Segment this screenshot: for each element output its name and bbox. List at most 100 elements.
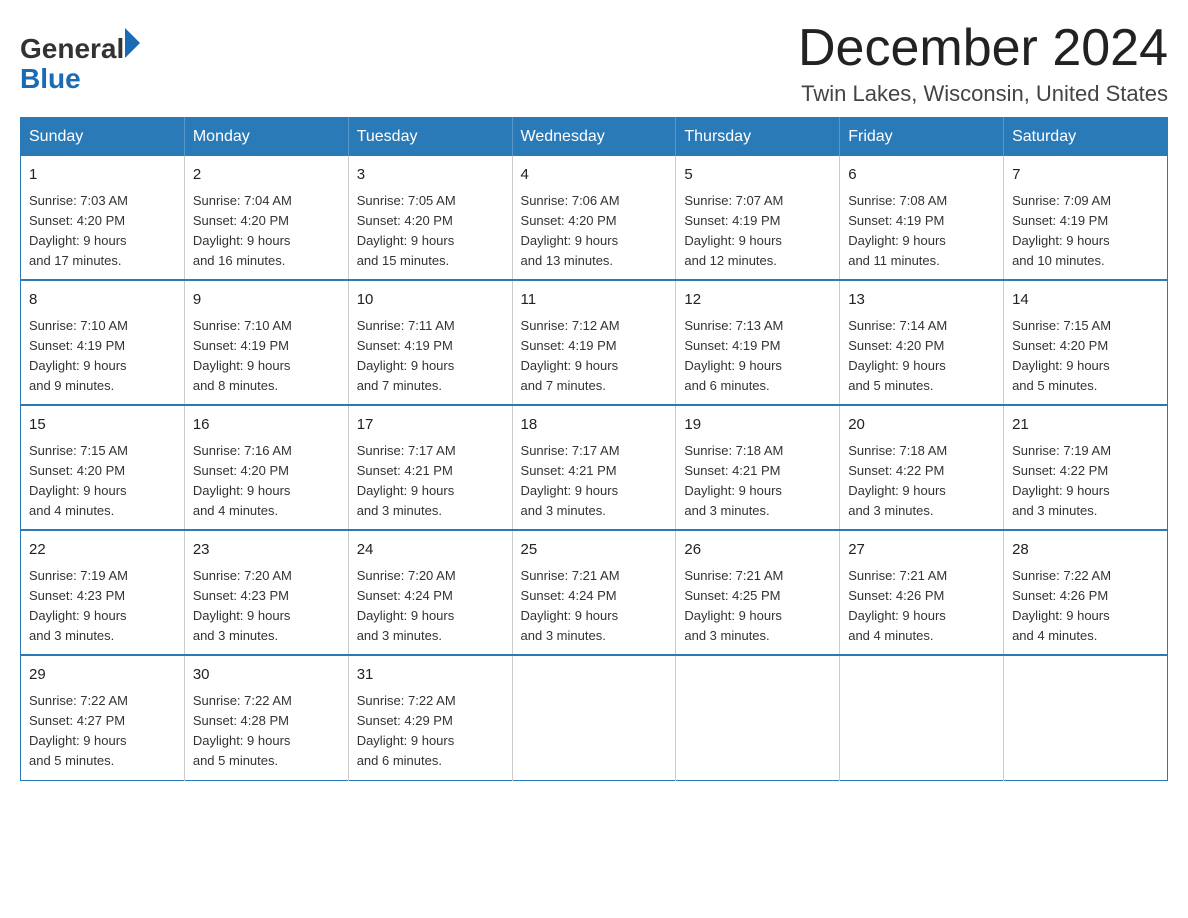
day-number: 6	[848, 164, 995, 187]
day-info: Sunrise: 7:09 AM Sunset: 4:19 PM Dayligh…	[1012, 191, 1159, 272]
day-number: 21	[1012, 414, 1159, 437]
title-block: December 2024 Twin Lakes, Wisconsin, Uni…	[798, 20, 1168, 107]
calendar-cell: 31 Sunrise: 7:22 AM Sunset: 4:29 PM Dayl…	[348, 655, 512, 780]
day-info: Sunrise: 7:18 AM Sunset: 4:22 PM Dayligh…	[848, 441, 995, 522]
day-number: 20	[848, 414, 995, 437]
day-number: 19	[684, 414, 831, 437]
calendar-cell: 30 Sunrise: 7:22 AM Sunset: 4:28 PM Dayl…	[184, 655, 348, 780]
weekday-header-friday: Friday	[840, 118, 1004, 157]
calendar-cell	[512, 655, 676, 780]
day-number: 27	[848, 539, 995, 562]
day-info: Sunrise: 7:20 AM Sunset: 4:24 PM Dayligh…	[357, 566, 504, 647]
calendar-cell: 29 Sunrise: 7:22 AM Sunset: 4:27 PM Dayl…	[21, 655, 185, 780]
day-info: Sunrise: 7:03 AM Sunset: 4:20 PM Dayligh…	[29, 191, 176, 272]
calendar-cell: 19 Sunrise: 7:18 AM Sunset: 4:21 PM Dayl…	[676, 405, 840, 530]
svg-text:Blue: Blue	[20, 63, 81, 94]
calendar-cell: 20 Sunrise: 7:18 AM Sunset: 4:22 PM Dayl…	[840, 405, 1004, 530]
day-info: Sunrise: 7:22 AM Sunset: 4:28 PM Dayligh…	[193, 691, 340, 772]
day-number: 18	[521, 414, 668, 437]
day-info: Sunrise: 7:05 AM Sunset: 4:20 PM Dayligh…	[357, 191, 504, 272]
day-info: Sunrise: 7:04 AM Sunset: 4:20 PM Dayligh…	[193, 191, 340, 272]
day-number: 23	[193, 539, 340, 562]
day-number: 30	[193, 664, 340, 687]
day-number: 11	[521, 289, 668, 312]
day-info: Sunrise: 7:21 AM Sunset: 4:24 PM Dayligh…	[521, 566, 668, 647]
calendar-cell: 17 Sunrise: 7:17 AM Sunset: 4:21 PM Dayl…	[348, 405, 512, 530]
day-info: Sunrise: 7:08 AM Sunset: 4:19 PM Dayligh…	[848, 191, 995, 272]
day-number: 24	[357, 539, 504, 562]
calendar-cell: 15 Sunrise: 7:15 AM Sunset: 4:20 PM Dayl…	[21, 405, 185, 530]
weekday-header-saturday: Saturday	[1004, 118, 1168, 157]
weekday-header-sunday: Sunday	[21, 118, 185, 157]
calendar-cell	[840, 655, 1004, 780]
day-number: 10	[357, 289, 504, 312]
day-info: Sunrise: 7:17 AM Sunset: 4:21 PM Dayligh…	[357, 441, 504, 522]
day-number: 14	[1012, 289, 1159, 312]
day-info: Sunrise: 7:22 AM Sunset: 4:26 PM Dayligh…	[1012, 566, 1159, 647]
calendar-cell: 5 Sunrise: 7:07 AM Sunset: 4:19 PM Dayli…	[676, 156, 840, 280]
calendar-cell: 4 Sunrise: 7:06 AM Sunset: 4:20 PM Dayli…	[512, 156, 676, 280]
day-number: 29	[29, 664, 176, 687]
logo: General Blue	[20, 20, 150, 100]
calendar-cell: 24 Sunrise: 7:20 AM Sunset: 4:24 PM Dayl…	[348, 530, 512, 655]
calendar-cell	[1004, 655, 1168, 780]
calendar-cell: 16 Sunrise: 7:16 AM Sunset: 4:20 PM Dayl…	[184, 405, 348, 530]
day-number: 15	[29, 414, 176, 437]
calendar-cell: 3 Sunrise: 7:05 AM Sunset: 4:20 PM Dayli…	[348, 156, 512, 280]
day-number: 8	[29, 289, 176, 312]
calendar-cell: 2 Sunrise: 7:04 AM Sunset: 4:20 PM Dayli…	[184, 156, 348, 280]
day-number: 9	[193, 289, 340, 312]
weekday-header-monday: Monday	[184, 118, 348, 157]
calendar-cell: 9 Sunrise: 7:10 AM Sunset: 4:19 PM Dayli…	[184, 280, 348, 405]
calendar-cell: 14 Sunrise: 7:15 AM Sunset: 4:20 PM Dayl…	[1004, 280, 1168, 405]
day-info: Sunrise: 7:10 AM Sunset: 4:19 PM Dayligh…	[193, 316, 340, 397]
day-number: 3	[357, 164, 504, 187]
calendar-week-row: 29 Sunrise: 7:22 AM Sunset: 4:27 PM Dayl…	[21, 655, 1168, 780]
day-info: Sunrise: 7:18 AM Sunset: 4:21 PM Dayligh…	[684, 441, 831, 522]
day-number: 13	[848, 289, 995, 312]
calendar-week-row: 8 Sunrise: 7:10 AM Sunset: 4:19 PM Dayli…	[21, 280, 1168, 405]
day-info: Sunrise: 7:19 AM Sunset: 4:22 PM Dayligh…	[1012, 441, 1159, 522]
calendar-cell: 25 Sunrise: 7:21 AM Sunset: 4:24 PM Dayl…	[512, 530, 676, 655]
calendar-cell: 13 Sunrise: 7:14 AM Sunset: 4:20 PM Dayl…	[840, 280, 1004, 405]
calendar-cell: 22 Sunrise: 7:19 AM Sunset: 4:23 PM Dayl…	[21, 530, 185, 655]
day-number: 5	[684, 164, 831, 187]
weekday-header-thursday: Thursday	[676, 118, 840, 157]
calendar-cell: 10 Sunrise: 7:11 AM Sunset: 4:19 PM Dayl…	[348, 280, 512, 405]
day-number: 1	[29, 164, 176, 187]
calendar-cell: 1 Sunrise: 7:03 AM Sunset: 4:20 PM Dayli…	[21, 156, 185, 280]
day-info: Sunrise: 7:12 AM Sunset: 4:19 PM Dayligh…	[521, 316, 668, 397]
calendar-cell: 23 Sunrise: 7:20 AM Sunset: 4:23 PM Dayl…	[184, 530, 348, 655]
day-number: 4	[521, 164, 668, 187]
calendar-cell: 26 Sunrise: 7:21 AM Sunset: 4:25 PM Dayl…	[676, 530, 840, 655]
day-info: Sunrise: 7:06 AM Sunset: 4:20 PM Dayligh…	[521, 191, 668, 272]
day-info: Sunrise: 7:22 AM Sunset: 4:27 PM Dayligh…	[29, 691, 176, 772]
calendar-cell: 7 Sunrise: 7:09 AM Sunset: 4:19 PM Dayli…	[1004, 156, 1168, 280]
location-subtitle: Twin Lakes, Wisconsin, United States	[798, 81, 1168, 107]
day-number: 16	[193, 414, 340, 437]
day-info: Sunrise: 7:15 AM Sunset: 4:20 PM Dayligh…	[29, 441, 176, 522]
day-info: Sunrise: 7:16 AM Sunset: 4:20 PM Dayligh…	[193, 441, 340, 522]
day-info: Sunrise: 7:20 AM Sunset: 4:23 PM Dayligh…	[193, 566, 340, 647]
day-info: Sunrise: 7:13 AM Sunset: 4:19 PM Dayligh…	[684, 316, 831, 397]
calendar-table: SundayMondayTuesdayWednesdayThursdayFrid…	[20, 117, 1168, 780]
calendar-week-row: 1 Sunrise: 7:03 AM Sunset: 4:20 PM Dayli…	[21, 156, 1168, 280]
calendar-cell: 28 Sunrise: 7:22 AM Sunset: 4:26 PM Dayl…	[1004, 530, 1168, 655]
day-info: Sunrise: 7:11 AM Sunset: 4:19 PM Dayligh…	[357, 316, 504, 397]
page-header: General Blue December 2024 Twin Lakes, W…	[20, 20, 1168, 107]
weekday-header-wednesday: Wednesday	[512, 118, 676, 157]
svg-text:General: General	[20, 33, 124, 64]
day-number: 28	[1012, 539, 1159, 562]
calendar-cell	[676, 655, 840, 780]
calendar-cell: 6 Sunrise: 7:08 AM Sunset: 4:19 PM Dayli…	[840, 156, 1004, 280]
day-number: 7	[1012, 164, 1159, 187]
day-number: 25	[521, 539, 668, 562]
calendar-cell: 11 Sunrise: 7:12 AM Sunset: 4:19 PM Dayl…	[512, 280, 676, 405]
calendar-cell: 18 Sunrise: 7:17 AM Sunset: 4:21 PM Dayl…	[512, 405, 676, 530]
calendar-cell: 27 Sunrise: 7:21 AM Sunset: 4:26 PM Dayl…	[840, 530, 1004, 655]
day-info: Sunrise: 7:21 AM Sunset: 4:25 PM Dayligh…	[684, 566, 831, 647]
calendar-cell: 12 Sunrise: 7:13 AM Sunset: 4:19 PM Dayl…	[676, 280, 840, 405]
day-info: Sunrise: 7:07 AM Sunset: 4:19 PM Dayligh…	[684, 191, 831, 272]
weekday-header-tuesday: Tuesday	[348, 118, 512, 157]
calendar-week-row: 15 Sunrise: 7:15 AM Sunset: 4:20 PM Dayl…	[21, 405, 1168, 530]
